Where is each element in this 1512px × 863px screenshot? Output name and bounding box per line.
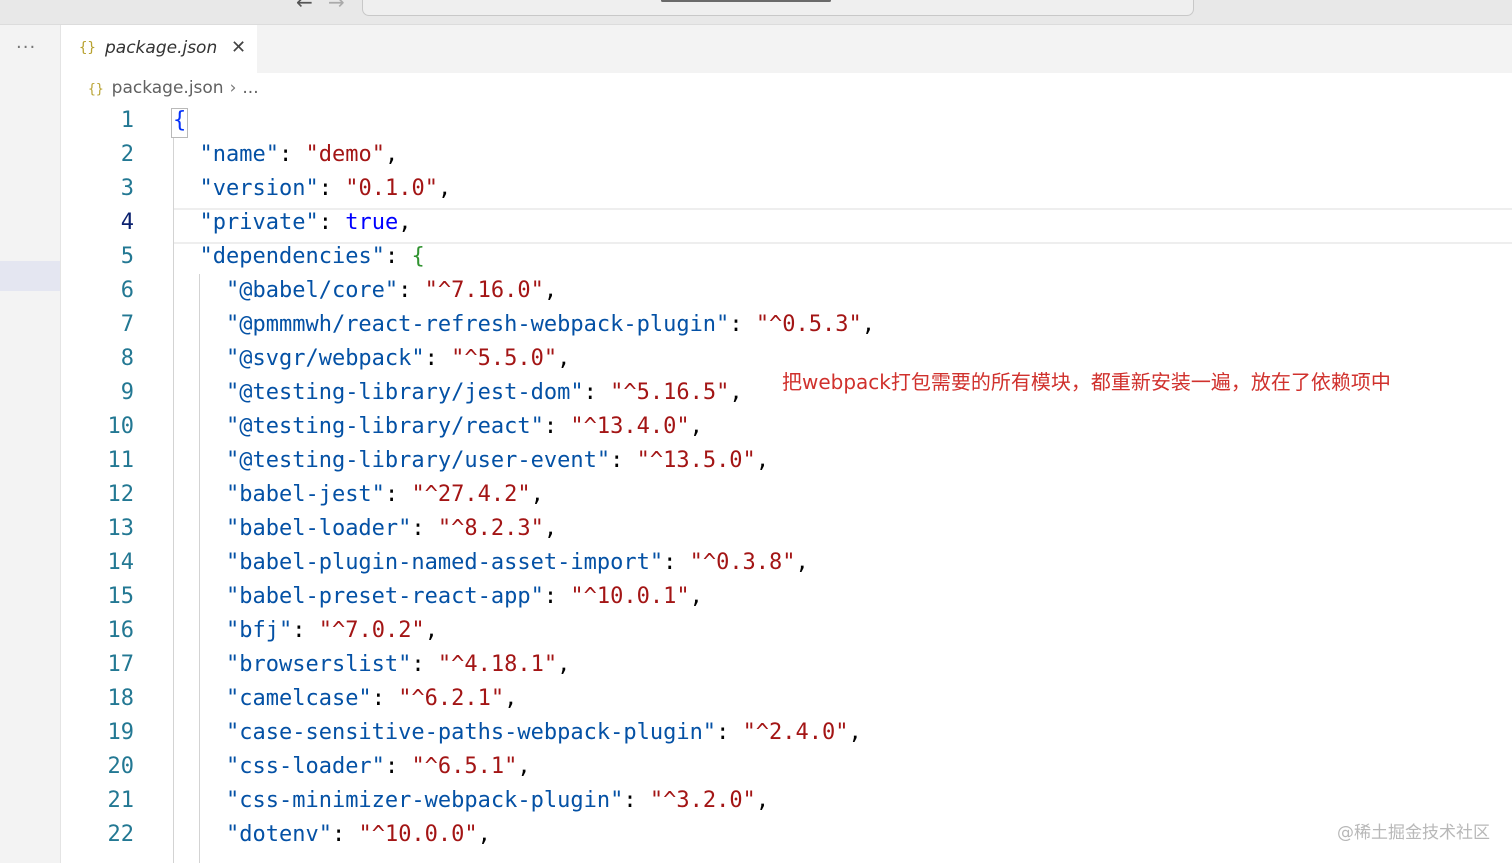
line-number: 7 <box>120 312 134 337</box>
code-line[interactable]: 18 "camelcase": "^6.2.1", <box>61 682 1512 716</box>
code-line[interactable]: 16 "bfj": "^7.0.2", <box>61 614 1512 648</box>
line-code: "@testing-library/react": "^13.4.0", <box>225 414 703 439</box>
code-line[interactable]: 22 "dotenv": "^10.0.0", <box>61 818 1512 852</box>
watermark: @稀土掘金技术社区 <box>1337 823 1490 843</box>
code-line[interactable]: 10 "@testing-library/react": "^13.4.0", <box>61 410 1512 444</box>
line-number: 1 <box>120 108 134 133</box>
line-code: "css-loader": "^6.5.1", <box>225 754 531 779</box>
code-editor[interactable]: 1 { 2 "name": "demo", 3 "version": "0.1.… <box>61 104 1512 863</box>
command-center[interactable]: demo ⌄ <box>362 0 1194 16</box>
tab-label: package.json <box>105 38 218 58</box>
line-code: { <box>173 108 187 133</box>
line-number: 5 <box>120 244 134 269</box>
line-number: 20 <box>107 754 135 779</box>
line-number: 3 <box>120 176 134 201</box>
line-code: "@babel/core": "^7.16.0", <box>225 278 558 303</box>
sidebar: ··· <box>0 25 61 863</box>
line-code: "version": "0.1.0", <box>199 176 452 201</box>
tab-bar: {} package.json ✕ <box>61 25 1512 73</box>
code-line[interactable]: 3 "version": "0.1.0", <box>61 172 1512 206</box>
annotation-note: 把webpack打包需要的所有模块，都重新安装一遍，放在了依赖项中 <box>782 370 1391 394</box>
more-icon[interactable]: ··· <box>16 37 36 58</box>
code-line[interactable]: 13 "babel-loader": "^8.2.3", <box>61 512 1512 546</box>
arrow-right-icon[interactable]: → <box>328 0 345 14</box>
line-number: 4 <box>120 210 134 235</box>
code-line[interactable]: 20 "css-loader": "^6.5.1", <box>61 750 1512 784</box>
line-number: 16 <box>107 618 135 643</box>
code-line[interactable]: 1 { <box>61 104 1512 138</box>
code-line[interactable]: 6 "@babel/core": "^7.16.0", <box>61 274 1512 308</box>
code-line[interactable]: 2 "name": "demo", <box>61 138 1512 172</box>
json-file-icon: {} <box>88 82 104 97</box>
code-line[interactable]: 12 "babel-jest": "^27.4.2", <box>61 478 1512 512</box>
breadcrumb: {} package.json ›... <box>88 78 259 102</box>
code-line[interactable]: 4 "private": true, <box>61 206 1512 240</box>
line-number: 18 <box>107 686 135 711</box>
title-bar: ← → demo ⌄ <box>0 0 1512 25</box>
line-number: 10 <box>107 414 135 439</box>
line-code: "css-minimizer-webpack-plugin": "^3.2.0"… <box>225 788 770 813</box>
json-file-icon: {} <box>79 40 96 56</box>
line-code: "case-sensitive-paths-webpack-plugin": "… <box>225 720 862 745</box>
line-code: "babel-jest": "^27.4.2", <box>225 482 544 507</box>
close-icon[interactable]: ✕ <box>231 37 246 58</box>
code-line[interactable]: 7 "@pmmmwh/react-refresh-webpack-plugin"… <box>61 308 1512 342</box>
line-number: 11 <box>107 448 135 473</box>
code-line[interactable]: 19 "case-sensitive-paths-webpack-plugin"… <box>61 716 1512 750</box>
line-number: 17 <box>107 652 135 677</box>
code-line[interactable]: 11 "@testing-library/user-event": "^13.5… <box>61 444 1512 478</box>
arrow-left-icon[interactable]: ← <box>296 0 313 14</box>
line-code: "name": "demo", <box>199 142 399 167</box>
line-code: "browserslist": "^4.18.1", <box>225 652 571 677</box>
breadcrumb-more[interactable]: ... <box>242 78 258 98</box>
chevron-right-icon: › <box>229 78 237 98</box>
line-code: "@testing-library/user-event": "^13.5.0"… <box>225 448 770 473</box>
line-code: "@pmmmwh/react-refresh-webpack-plugin": … <box>225 312 876 337</box>
line-code: "babel-plugin-named-asset-import": "^0.3… <box>225 550 809 575</box>
line-code: "private": true, <box>199 210 412 235</box>
line-number: 13 <box>107 516 135 541</box>
line-code: "bfj": "^7.0.2", <box>225 618 438 643</box>
code-line[interactable]: 17 "browserslist": "^4.18.1", <box>61 648 1512 682</box>
line-code: "@svgr/webpack": "^5.5.0", <box>225 346 571 371</box>
line-number: 6 <box>120 278 134 303</box>
code-line[interactable]: 5 "dependencies": { <box>61 240 1512 274</box>
line-number: 12 <box>107 482 135 507</box>
code-line[interactable]: 21 "css-minimizer-webpack-plugin": "^3.2… <box>61 784 1512 818</box>
line-number: 8 <box>120 346 134 371</box>
line-number: 22 <box>107 822 135 847</box>
code-line[interactable]: 14 "babel-plugin-named-asset-import": "^… <box>61 546 1512 580</box>
line-number: 19 <box>107 720 135 745</box>
command-center-highlight <box>661 0 831 2</box>
line-code: "dotenv": "^10.0.0", <box>225 822 491 847</box>
line-code: "@testing-library/jest-dom": "^5.16.5", <box>225 380 743 405</box>
line-number: 14 <box>107 550 135 575</box>
line-code: "babel-preset-react-app": "^10.0.1", <box>225 584 703 609</box>
line-code: "camelcase": "^6.2.1", <box>225 686 518 711</box>
line-code: "babel-loader": "^8.2.3", <box>225 516 558 541</box>
tab-package-json[interactable]: {} package.json ✕ <box>61 25 257 73</box>
line-number: 2 <box>120 142 134 167</box>
line-number: 21 <box>107 788 135 813</box>
code-line[interactable]: 15 "babel-preset-react-app": "^10.0.1", <box>61 580 1512 614</box>
sidebar-selection[interactable] <box>0 261 60 291</box>
line-number: 15 <box>107 584 135 609</box>
breadcrumb-file[interactable]: package.json <box>112 78 224 98</box>
chevron-down-icon[interactable]: ⌄ <box>1173 0 1183 1</box>
line-number: 9 <box>120 380 134 405</box>
line-code: "dependencies": { <box>199 244 425 269</box>
